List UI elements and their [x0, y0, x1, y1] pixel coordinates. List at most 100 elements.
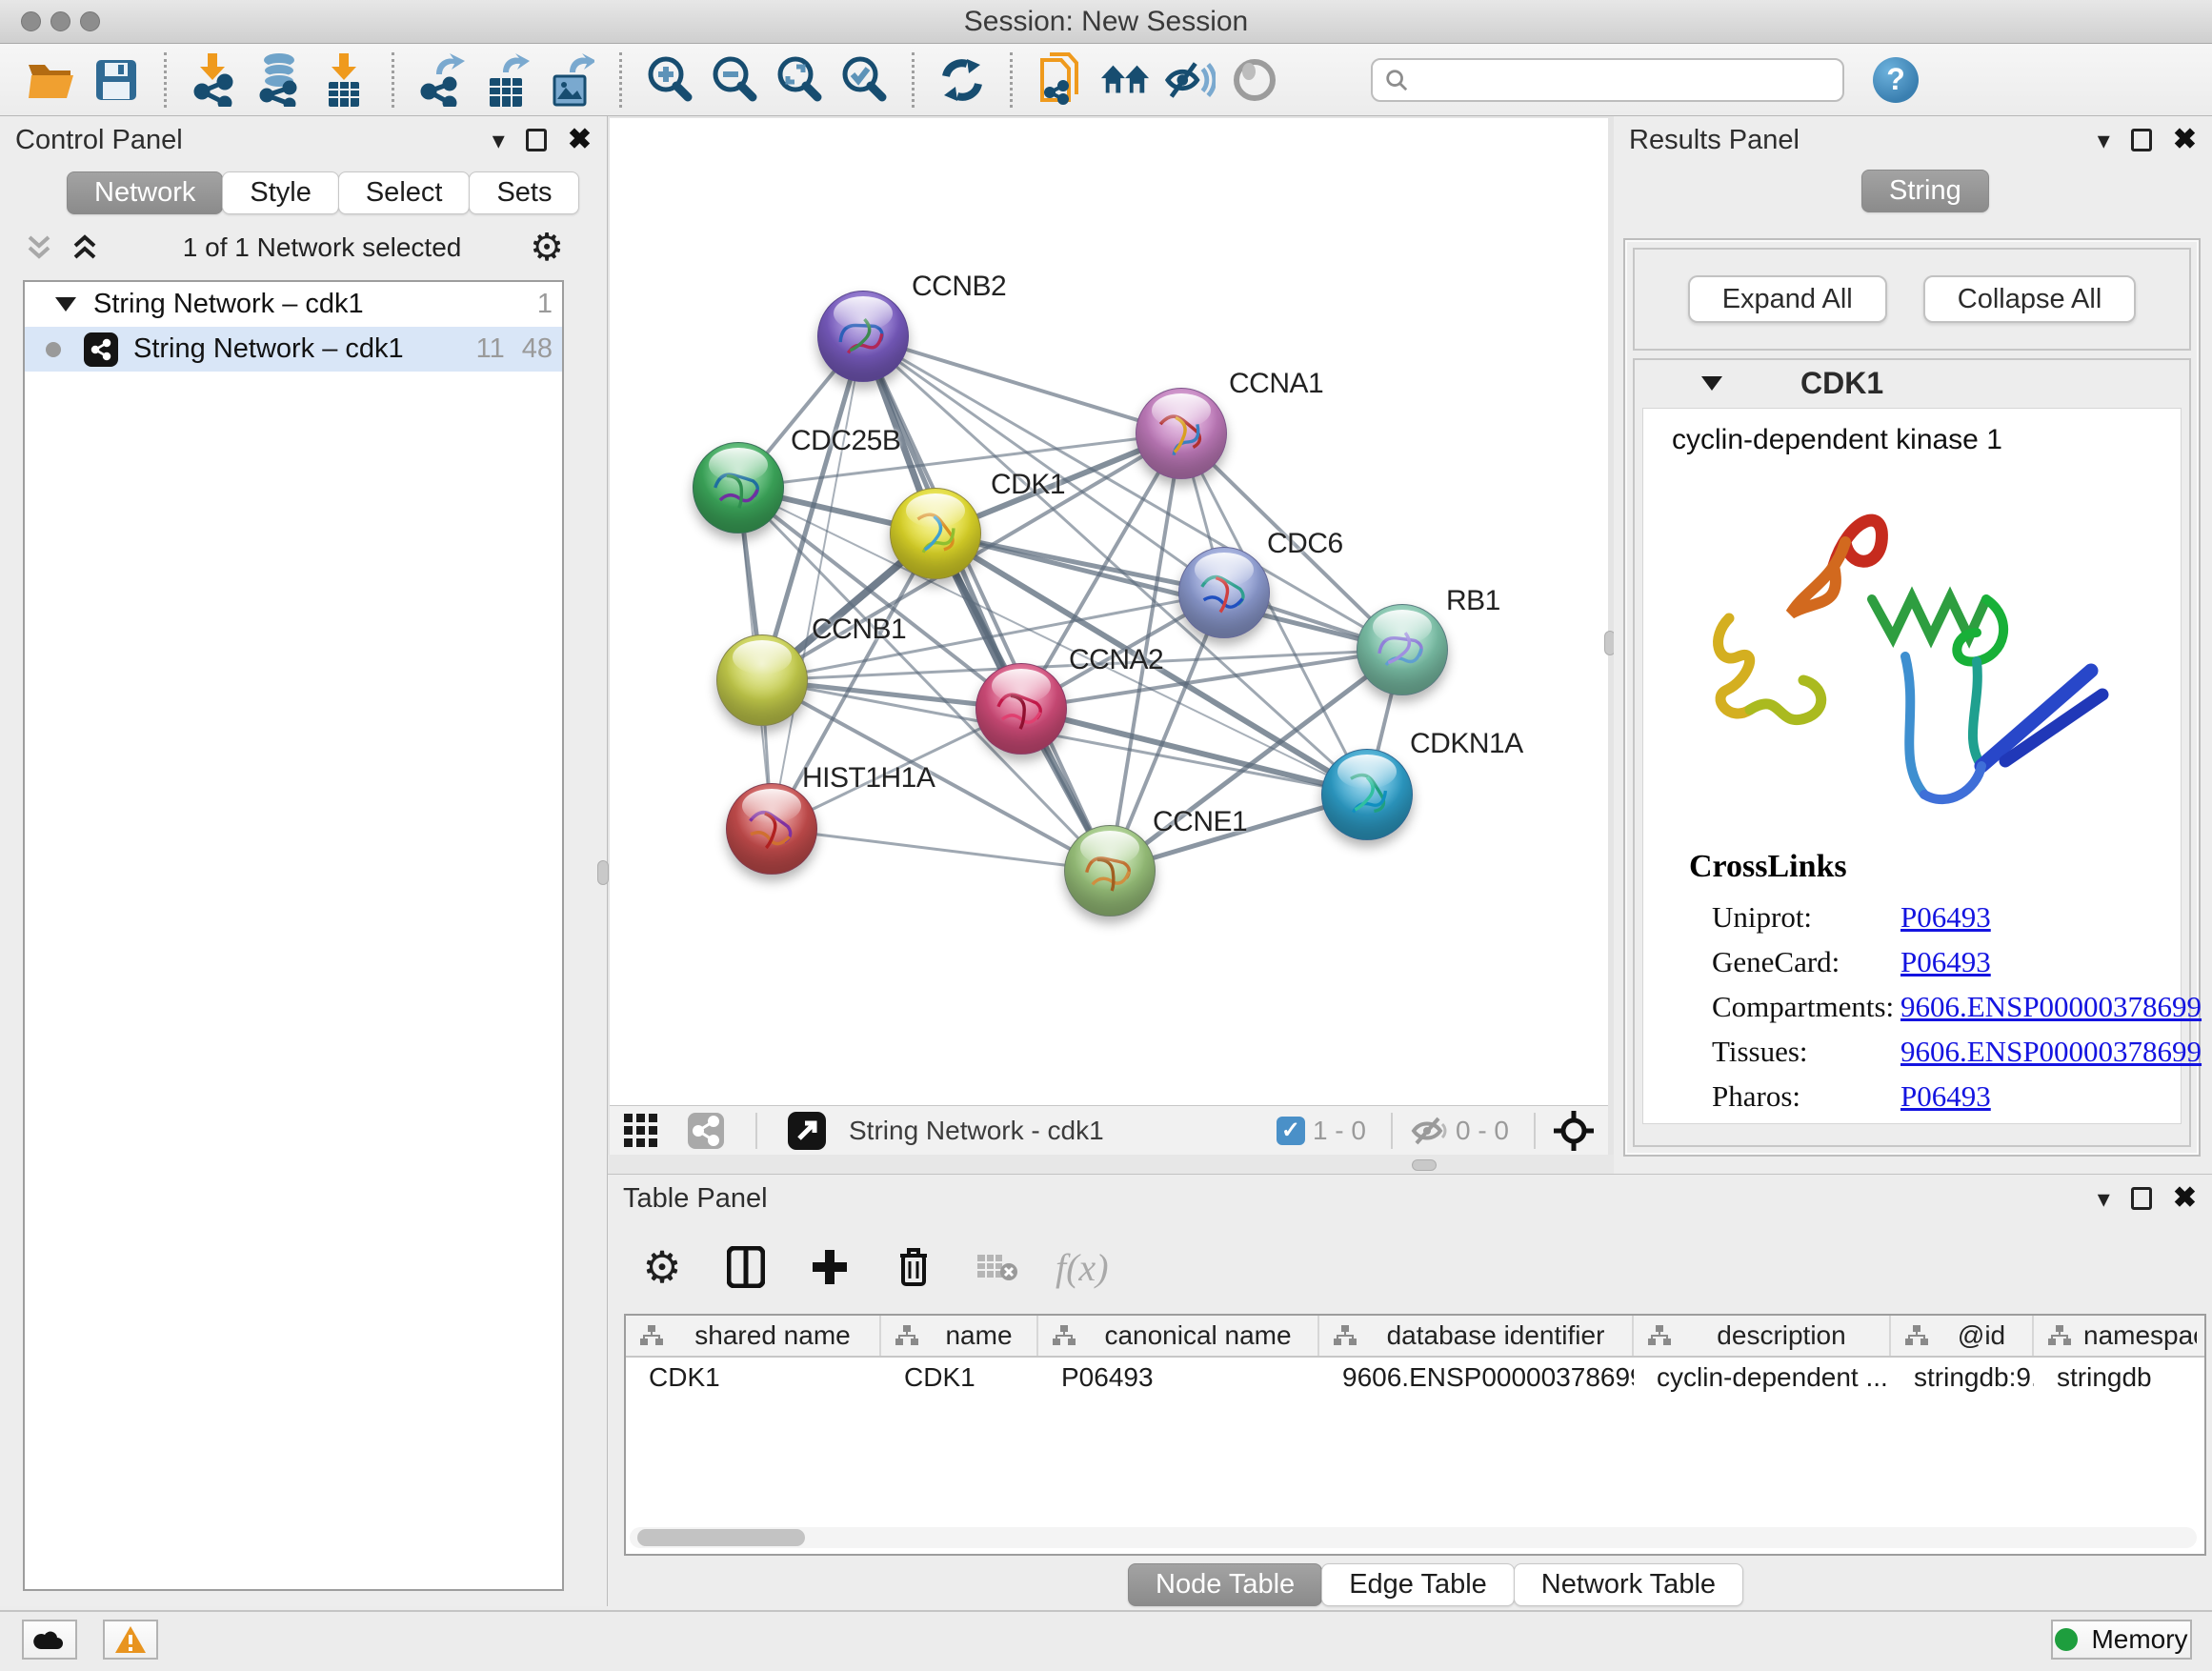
zoom-selected-button[interactable] [838, 52, 890, 108]
tab-style[interactable]: Style [222, 171, 338, 214]
tab-sets[interactable]: Sets [469, 171, 579, 214]
crosslink-link[interactable]: P06493 [1900, 900, 1991, 935]
crosslink-link[interactable]: P06493 [1900, 945, 1991, 979]
open-session-button[interactable] [26, 52, 77, 108]
zoom-fit-button[interactable] [774, 52, 825, 108]
node-CDC6[interactable] [1178, 547, 1270, 638]
node-CDKN1A[interactable] [1321, 749, 1413, 840]
crosslink-link[interactable]: P06493 [1900, 1079, 1991, 1114]
maximize-panel-icon[interactable] [2131, 129, 2152, 151]
float-panel-icon[interactable]: ▾ [2098, 128, 2110, 152]
crosslink-link[interactable]: 9606.ENSP00000378699 [1900, 1035, 2202, 1069]
table-horizontal-scrollbar[interactable] [630, 1527, 2197, 1548]
close-panel-icon[interactable]: ✖ [2173, 1184, 2197, 1213]
import-network-button[interactable] [189, 52, 240, 108]
maximize-panel-icon[interactable] [2131, 1187, 2152, 1210]
add-column-button[interactable] [804, 1240, 855, 1294]
show-columns-button[interactable] [720, 1240, 772, 1294]
vertical-splitter-handle[interactable] [597, 860, 609, 885]
scrollbar-thumb[interactable] [637, 1529, 805, 1546]
zoom-window-button[interactable] [80, 11, 100, 31]
clone-network-button[interactable] [1035, 52, 1086, 108]
horizontal-splitter-handle[interactable] [1412, 1159, 1437, 1171]
tab-node-table[interactable]: Node Table [1128, 1563, 1322, 1606]
float-panel-icon[interactable]: ▾ [493, 128, 505, 152]
crosslink-link[interactable]: 9606.ENSP00000378699 [1900, 990, 2202, 1024]
node-CDK1[interactable] [890, 488, 981, 579]
network-row[interactable]: String Network – cdk1 11 48 [25, 327, 562, 372]
tab-network-table[interactable]: Network Table [1514, 1563, 1743, 1606]
node-CCNA1[interactable] [1136, 388, 1227, 479]
zoom-out-button[interactable] [709, 52, 760, 108]
selected-nodes-checkbox[interactable]: ✓ [1277, 1117, 1305, 1145]
collapse-all-button[interactable]: Collapse All [1923, 275, 2137, 323]
maximize-panel-icon[interactable] [526, 129, 547, 151]
string-home-button[interactable] [1099, 52, 1151, 108]
collection-expander-icon[interactable] [55, 297, 76, 312]
save-session-button[interactable] [90, 52, 142, 108]
import-table-button[interactable] [318, 52, 370, 108]
delete-column-button[interactable] [888, 1240, 939, 1294]
column-header-database-identifier[interactable]: database identifier [1319, 1316, 1634, 1356]
delete-table-button[interactable] [972, 1240, 1023, 1294]
table-options-gear-icon[interactable]: ⚙ [636, 1240, 688, 1294]
column-header-namespace[interactable]: namespace [2034, 1316, 2206, 1356]
column-header-@id[interactable]: @id [1891, 1316, 2034, 1356]
network-collection-row[interactable]: String Network – cdk1 1 [25, 282, 562, 327]
open-in-window-button[interactable] [781, 1103, 833, 1158]
node-CCNB2[interactable] [817, 291, 909, 382]
export-network-button[interactable] [416, 52, 468, 108]
expand-all-button[interactable]: Expand All [1688, 275, 1887, 323]
string-glass-toggle-button[interactable] [1164, 52, 1216, 108]
edge-CCNB2-CCNA1[interactable] [863, 336, 1181, 433]
export-image-button[interactable] [546, 52, 597, 108]
edge-CCNB2-HIST1H1A[interactable] [772, 336, 863, 829]
column-header-description[interactable]: description [1634, 1316, 1891, 1356]
crosslink-row: Compartments:9606.ENSP00000378699 [1712, 984, 2202, 1029]
float-panel-icon[interactable]: ▾ [2098, 1186, 2110, 1211]
edge-CCNA2-CDKN1A[interactable] [1021, 709, 1367, 795]
structure-images-toggle-button[interactable] [1229, 52, 1280, 108]
node-CCNB1[interactable] [716, 634, 808, 726]
close-panel-icon[interactable]: ✖ [2173, 126, 2197, 154]
node-CCNA2[interactable] [975, 663, 1067, 755]
refresh-button[interactable] [936, 52, 988, 108]
tab-edge-table[interactable]: Edge Table [1321, 1563, 1515, 1606]
tab-network[interactable]: Network [67, 171, 223, 214]
memory-button[interactable]: Memory [2051, 1620, 2192, 1660]
tab-string[interactable]: String [1861, 170, 1989, 212]
help-button[interactable]: ? [1873, 57, 1919, 103]
node-section-header[interactable]: CDK1 [1635, 360, 2189, 406]
table-row[interactable]: CDK1CDK1P064939606.ENSP00000378699cyclin… [626, 1358, 2204, 1398]
network-options-gear-icon[interactable]: ⚙ [530, 229, 564, 267]
network-canvas[interactable]: CCNB2CCNA1CDC25BCDK1CDC6RB1CCNB1CCNA2CDK… [610, 118, 1608, 1105]
node-table[interactable]: shared namenamecanonical namedatabase id… [624, 1314, 2206, 1556]
tab-select[interactable]: Select [338, 171, 471, 214]
column-header-name[interactable]: name [881, 1316, 1038, 1356]
grid-view-button[interactable] [615, 1103, 667, 1158]
cloud-button[interactable] [22, 1620, 77, 1660]
import-network-from-database-button[interactable] [253, 52, 305, 108]
column-header-canonical-name[interactable]: canonical name [1038, 1316, 1319, 1356]
export-table-button[interactable] [481, 52, 533, 108]
node-HIST1H1A[interactable] [726, 783, 817, 875]
column-header-shared-name[interactable]: shared name [626, 1316, 881, 1356]
network-share-view-button[interactable] [680, 1103, 732, 1158]
function-builder-button[interactable]: f(x) [1056, 1245, 1109, 1290]
birdseye-crosshair-icon[interactable] [1553, 1110, 1595, 1152]
close-window-button[interactable] [21, 11, 41, 31]
node-CDC25B[interactable] [693, 442, 784, 534]
node-CCNE1[interactable] [1064, 825, 1156, 916]
node-RB1[interactable] [1357, 604, 1448, 695]
hidden-eye-icon[interactable] [1410, 1116, 1448, 1146]
minimize-window-button[interactable] [50, 11, 70, 31]
expand-all-icon[interactable] [69, 232, 101, 264]
results-panel: Results Panel ▾ ✖ String Expand All Coll… [1614, 116, 2212, 1174]
edge-HIST1H1A-CCNE1[interactable] [772, 829, 1110, 871]
zoom-in-button[interactable] [644, 52, 695, 108]
section-expander-icon[interactable] [1701, 376, 1722, 391]
close-panel-icon[interactable]: ✖ [568, 126, 592, 154]
warnings-button[interactable] [103, 1620, 158, 1660]
collapse-all-icon[interactable] [23, 232, 55, 264]
search-input[interactable] [1417, 65, 1831, 94]
